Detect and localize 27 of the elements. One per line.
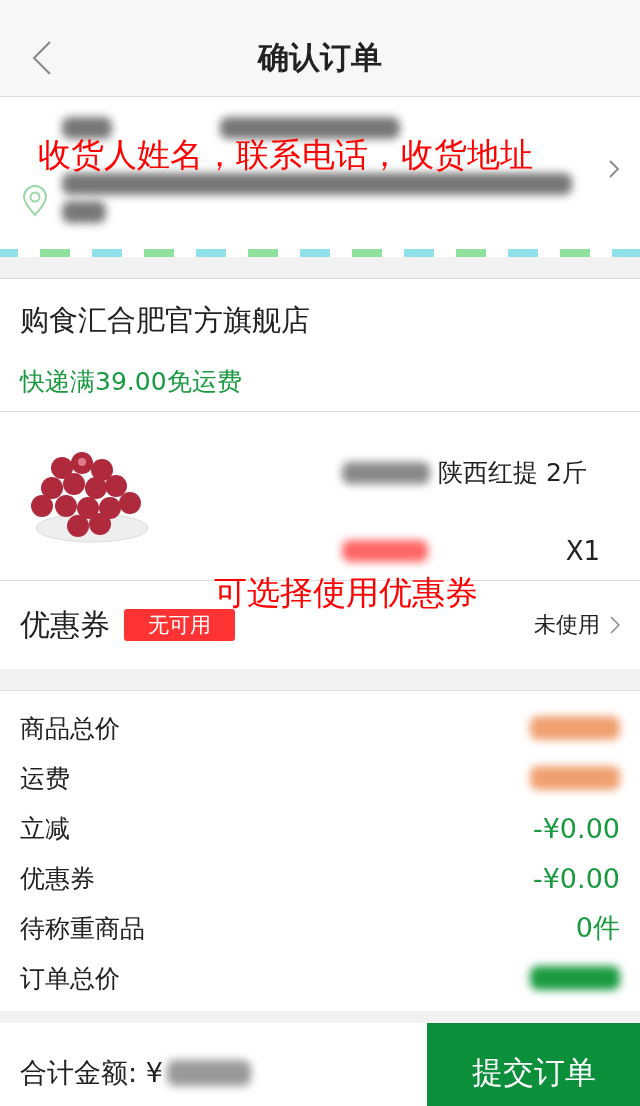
summary-value: -¥0.00: [532, 862, 620, 894]
store-name: 购食汇合肥官方旗舰店: [20, 302, 311, 339]
annotation-text: 收货人姓名，联系电话，收货地址: [38, 134, 533, 176]
blurred-text: [62, 201, 106, 223]
back-icon[interactable]: [30, 40, 54, 76]
summary-label: 商品总价: [20, 712, 120, 745]
summary-label: 立减: [20, 812, 70, 845]
summary-label: 订单总价: [20, 962, 120, 995]
chevron-icon: [608, 159, 620, 179]
total-label: 合计金额: ¥: [20, 1056, 163, 1090]
summary-label: 优惠券: [20, 862, 95, 895]
chevron-icon: [610, 616, 620, 634]
summary-label: 运费: [20, 762, 70, 795]
summary-label: 待称重商品: [20, 912, 145, 945]
page-title: 确认订单: [258, 38, 382, 77]
summary-value: -¥0.00: [532, 812, 620, 844]
coupon-status[interactable]: 未使用: [534, 610, 600, 640]
coupon-label: 优惠券: [20, 605, 110, 644]
summary-value: 0件: [575, 911, 620, 945]
address-card[interactable]: 收货人姓名，联系电话，收货地址: [0, 97, 640, 249]
quantity: X1: [565, 536, 600, 566]
submit-order-button[interactable]: 提交订单: [427, 1023, 640, 1106]
coupon-badge: 无可用: [124, 609, 235, 641]
blurred-text: [62, 117, 112, 139]
product-name: 陕西红提 2斤: [438, 457, 587, 489]
location-pin-icon: [22, 185, 48, 217]
shipping-note: 快递满39.00免运费: [20, 365, 243, 398]
